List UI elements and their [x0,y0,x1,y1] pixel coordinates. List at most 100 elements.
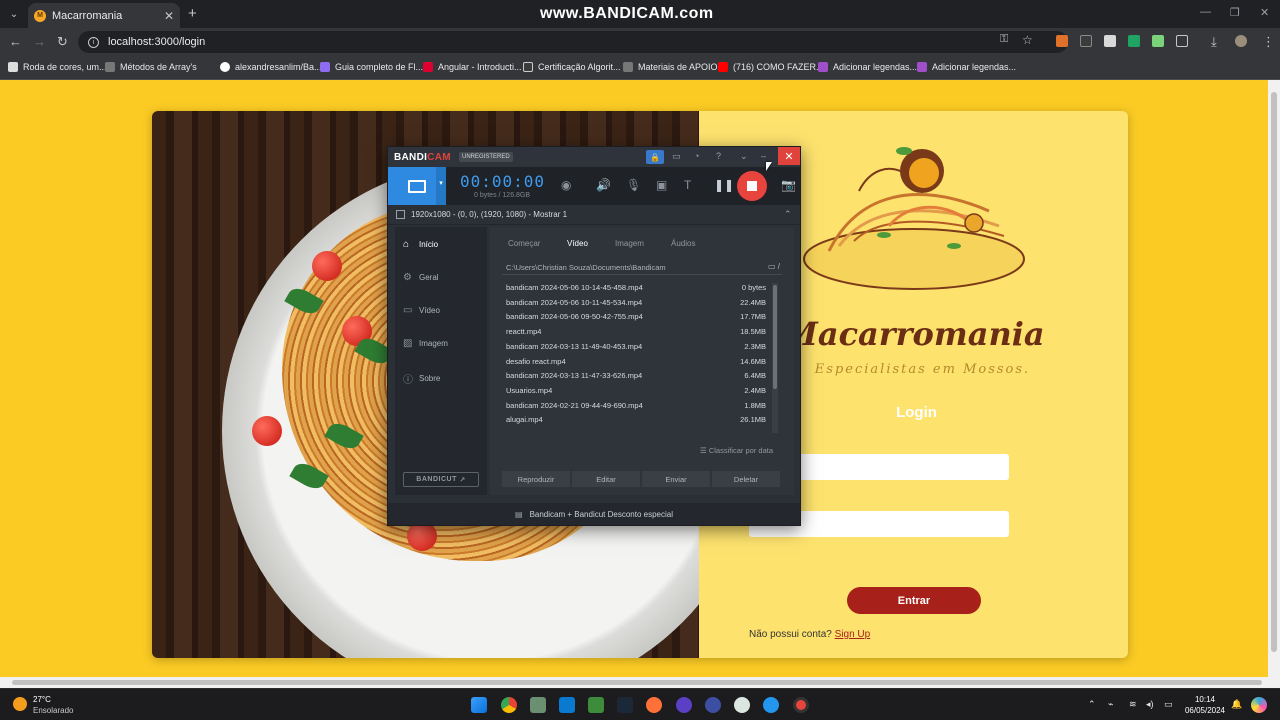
collapse-icon[interactable]: ⌄ [740,151,748,162]
promo-banner[interactable]: ▤ Bandicam + Bandicut Desconto especial [388,503,800,525]
bookmark-item[interactable]: Roda de cores, um... [8,62,107,72]
chevron-up-icon[interactable]: ⌃ [784,209,792,220]
new-tab-button[interactable]: + [188,5,197,22]
steam-icon[interactable] [617,697,633,713]
horizontal-scrollbar[interactable] [0,677,1280,688]
node-icon[interactable] [588,697,604,713]
github-desktop-icon[interactable] [705,697,721,713]
tab-macarromania[interactable]: M Macarromania ✕ [28,3,180,28]
maximize-window-button[interactable]: ❐ [1230,6,1240,19]
nav-sobre[interactable]: ⓘ Sobre [403,371,440,386]
enter-button[interactable]: Entrar [847,587,981,614]
pause-icon[interactable]: ❚❚ [714,178,734,192]
profile-avatar-icon[interactable] [1235,35,1247,47]
bookmark-item[interactable]: (716) COMO FAZER... [718,62,824,72]
bookmark-item[interactable]: Métodos de Array's [105,62,197,72]
file-row[interactable]: reactt.mp4 18.5MB [506,327,766,341]
bookmark-item[interactable]: alexandresanlim/Ba... [220,62,322,72]
mode-dropdown-button[interactable]: ▾ [436,167,446,205]
password-key-icon[interactable]: ⚿ [1000,33,1008,46]
play-button[interactable]: Reproduzir [502,471,570,487]
back-icon[interactable]: ← [9,34,22,49]
tab-comecar[interactable]: Começar [508,239,540,248]
wifi-icon[interactable]: ≋ [1129,699,1137,710]
nav-geral[interactable]: ⚙ Geral [403,272,439,283]
scroll-thumb[interactable] [12,680,1262,685]
tab-audios[interactable]: Áudios [671,239,695,248]
close-window-button[interactable]: ✕ [1260,6,1269,19]
nav-imagem[interactable]: ▨ Imagem [403,338,448,349]
bookmark-item[interactable]: Certificação Algorit... [523,62,621,72]
bookmark-item[interactable]: Guia completo de Fl... [320,62,423,72]
start-icon[interactable] [471,697,487,713]
address-bar[interactable]: i localhost:3000/login [78,31,1068,53]
bookmark-item[interactable]: Materiais de APOIO [623,62,718,72]
copilot-icon[interactable] [1251,697,1267,713]
camera-icon[interactable]: 📷 [781,178,796,192]
speaker-icon[interactable]: 🔊 [596,178,611,192]
minimize-icon[interactable]: – [761,151,766,161]
bookmark-item[interactable]: Adicionar legendas... [917,62,1016,72]
extension-new-icon[interactable] [1080,35,1092,47]
firefox-icon[interactable] [646,697,662,713]
scroll-thumb[interactable] [1271,92,1277,652]
close-icon[interactable]: ✕ [778,147,800,165]
bookmark-item[interactable]: Angular - Introducti... [423,62,522,72]
app-icon[interactable] [530,697,546,713]
nav-inicio[interactable]: ⌂ Início [403,239,438,250]
tab-imagem[interactable]: Imagem [615,239,644,248]
clock-icon[interactable]: ◔ [694,151,699,161]
mouse-icon[interactable]: ▣ [656,178,667,192]
extension-fox-icon[interactable] [1056,35,1068,47]
extension-green-icon[interactable] [1128,35,1140,47]
bookmark-item[interactable]: Adicionar legendas... [818,62,917,72]
battery-icon[interactable]: ▭ [1164,699,1173,710]
file-row[interactable]: alugai.mp4 26.1MB [506,415,766,429]
volume-icon[interactable]: ◂) [1146,699,1154,710]
extensions-puzzle-icon[interactable] [1176,35,1188,47]
chrome-icon[interactable] [501,697,517,713]
file-row[interactable]: desafio react.mp4 14.6MB [506,357,766,371]
minimize-window-button[interactable]: — [1200,6,1211,18]
file-row[interactable]: bandicam 2024-03-13 11-47-33-626.mp4 6.4M… [506,371,766,385]
tab-search-button[interactable]: ⌄ [4,4,24,24]
bandicam-taskbar-icon[interactable] [793,697,809,713]
tab-video[interactable]: Vídeo [567,239,588,248]
file-row[interactable]: bandicam 2024-02-21 09-44-49-690.mp4 1.8M… [506,401,766,415]
vscode-icon[interactable] [559,697,575,713]
file-row[interactable]: bandicam 2024-05-06 09-50-42-755.mp4 17.7… [506,312,766,326]
help-icon[interactable]: ? [716,151,721,161]
file-row[interactable]: bandicam 2024-05-06 10-11-45-534.mp4 22.4… [506,298,766,312]
extension-pen-icon[interactable] [1152,35,1164,47]
microphone-icon[interactable]: 🎙 [626,178,641,192]
upload-button[interactable]: Enviar [642,471,710,487]
area-checkbox[interactable] [396,210,405,219]
signup-link[interactable]: Sign Up [835,629,871,640]
star-icon[interactable]: ☆ [1022,33,1033,47]
edit-button[interactable]: Editar [572,471,640,487]
app-icon[interactable] [676,697,692,713]
close-tab-icon[interactable]: ✕ [164,9,174,23]
download-icon[interactable]: ⤓ [1211,34,1217,50]
extension-grid-icon[interactable] [1104,35,1116,47]
reload-icon[interactable]: ↻ [57,34,68,50]
text-icon[interactable]: T [684,178,691,192]
folder-icon[interactable]: ▭ [672,151,681,162]
bandicut-button[interactable]: BANDICUT ↗ [403,472,479,487]
webcam-icon[interactable]: ◉ [561,178,571,192]
file-row[interactable]: bandicam 2024-03-13 11-49-40-453.mp4 2.3M… [506,342,766,356]
kebab-menu-icon[interactable]: ⋮ [1262,34,1275,50]
network-icon[interactable]: ⌁ [1108,699,1113,710]
chevron-up-icon[interactable]: ⌃ [1088,699,1096,710]
notification-bell-icon[interactable]: 🔔 [1231,699,1242,710]
forward-icon[interactable]: → [33,34,46,49]
sort-by-date[interactable]: ☰ Classificar por data [700,446,773,455]
bandicam-titlebar[interactable]: BANDICAM UNREGISTERED 🔒 ▭ ◔ ? ⌄ – ✕ [388,147,800,167]
site-info-icon[interactable]: i [88,36,99,48]
file-row[interactable]: bandicam 2024-05-06 10-14-45-458.mp4 0 by… [506,283,766,297]
file-row[interactable]: Usuarios.mp4 2.4MB [506,386,766,400]
lock-icon[interactable]: 🔒 [646,150,664,164]
app-icon[interactable] [734,697,750,713]
sun-icon[interactable] [13,697,27,711]
delete-button[interactable]: Deletar [712,471,780,487]
